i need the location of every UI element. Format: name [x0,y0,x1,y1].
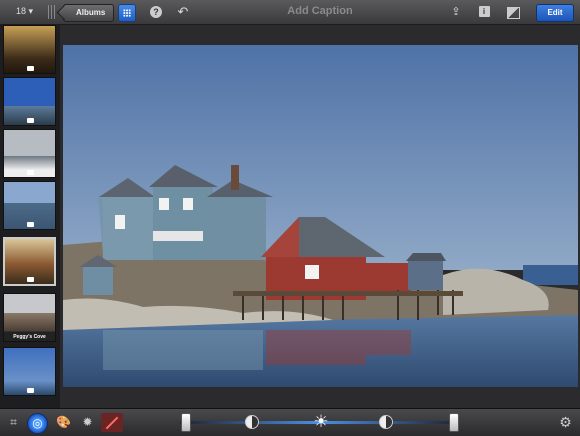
thumbnail-2[interactable] [3,77,56,126]
thumbnail-caption: Peggy's Cove [13,334,46,340]
thumbnail-badge-icon [26,388,34,393]
thumbnail-5-selected[interactable] [3,237,56,286]
thumbnail-badge-icon [26,66,34,71]
edit-button[interactable]: Edit [536,4,574,22]
thumbnail-7[interactable] [3,347,56,396]
exposure-icon[interactable]: ◎ [27,413,48,434]
sidebar-grip-handle[interactable] [48,5,55,19]
info-icon[interactable]: i [476,4,492,20]
shadows-marker-icon[interactable] [245,415,259,429]
bottom-toolbar: ⌗ ◎ 🎨 ✹ ☀ ⚙ [0,408,580,436]
thumbnail-1[interactable] [3,25,56,74]
slider-left-knob[interactable] [181,413,191,432]
albums-back-button[interactable]: Albums [63,4,115,22]
main-photo[interactable] [63,45,578,387]
thumbnail-3[interactable] [3,129,56,178]
slider-right-knob[interactable] [449,413,459,432]
crop-icon[interactable]: ⌗ [4,413,23,432]
peggys-cove-photo-illustration [63,45,578,387]
share-icon[interactable]: ⇪ [448,4,464,20]
repair-icon[interactable] [101,413,123,432]
thumbnail-4[interactable] [3,181,56,230]
gear-icon[interactable]: ⚙ [556,413,575,432]
help-question-icon[interactable]: ? [148,4,164,20]
thumbnail-badge-icon [26,277,34,282]
grid-icon[interactable] [118,4,136,22]
add-caption-field[interactable]: Add Caption [240,5,400,17]
thumbnail-badge-icon [26,222,34,227]
thumbnail-6[interactable]: Peggy's Cove [3,293,56,342]
thumbnail-badge-icon [26,118,34,123]
photo-count-menu[interactable]: 18 ▾ [16,6,33,17]
undo-icon[interactable]: ↶ [175,4,191,20]
top-toolbar: 18 ▾ Albums ? ↶ Add Caption ⇪ i Edit [0,0,580,25]
highlights-marker-icon[interactable] [379,415,393,429]
effects-icon[interactable]: ✹ [78,413,97,432]
compare-icon[interactable] [505,4,521,20]
sun-icon[interactable]: ☀ [310,411,332,433]
brushes-icon[interactable]: 🎨 [54,413,73,432]
thumbnail-sidebar: Peggy's Cove [0,25,60,408]
thumbnail-badge-icon [26,170,34,175]
